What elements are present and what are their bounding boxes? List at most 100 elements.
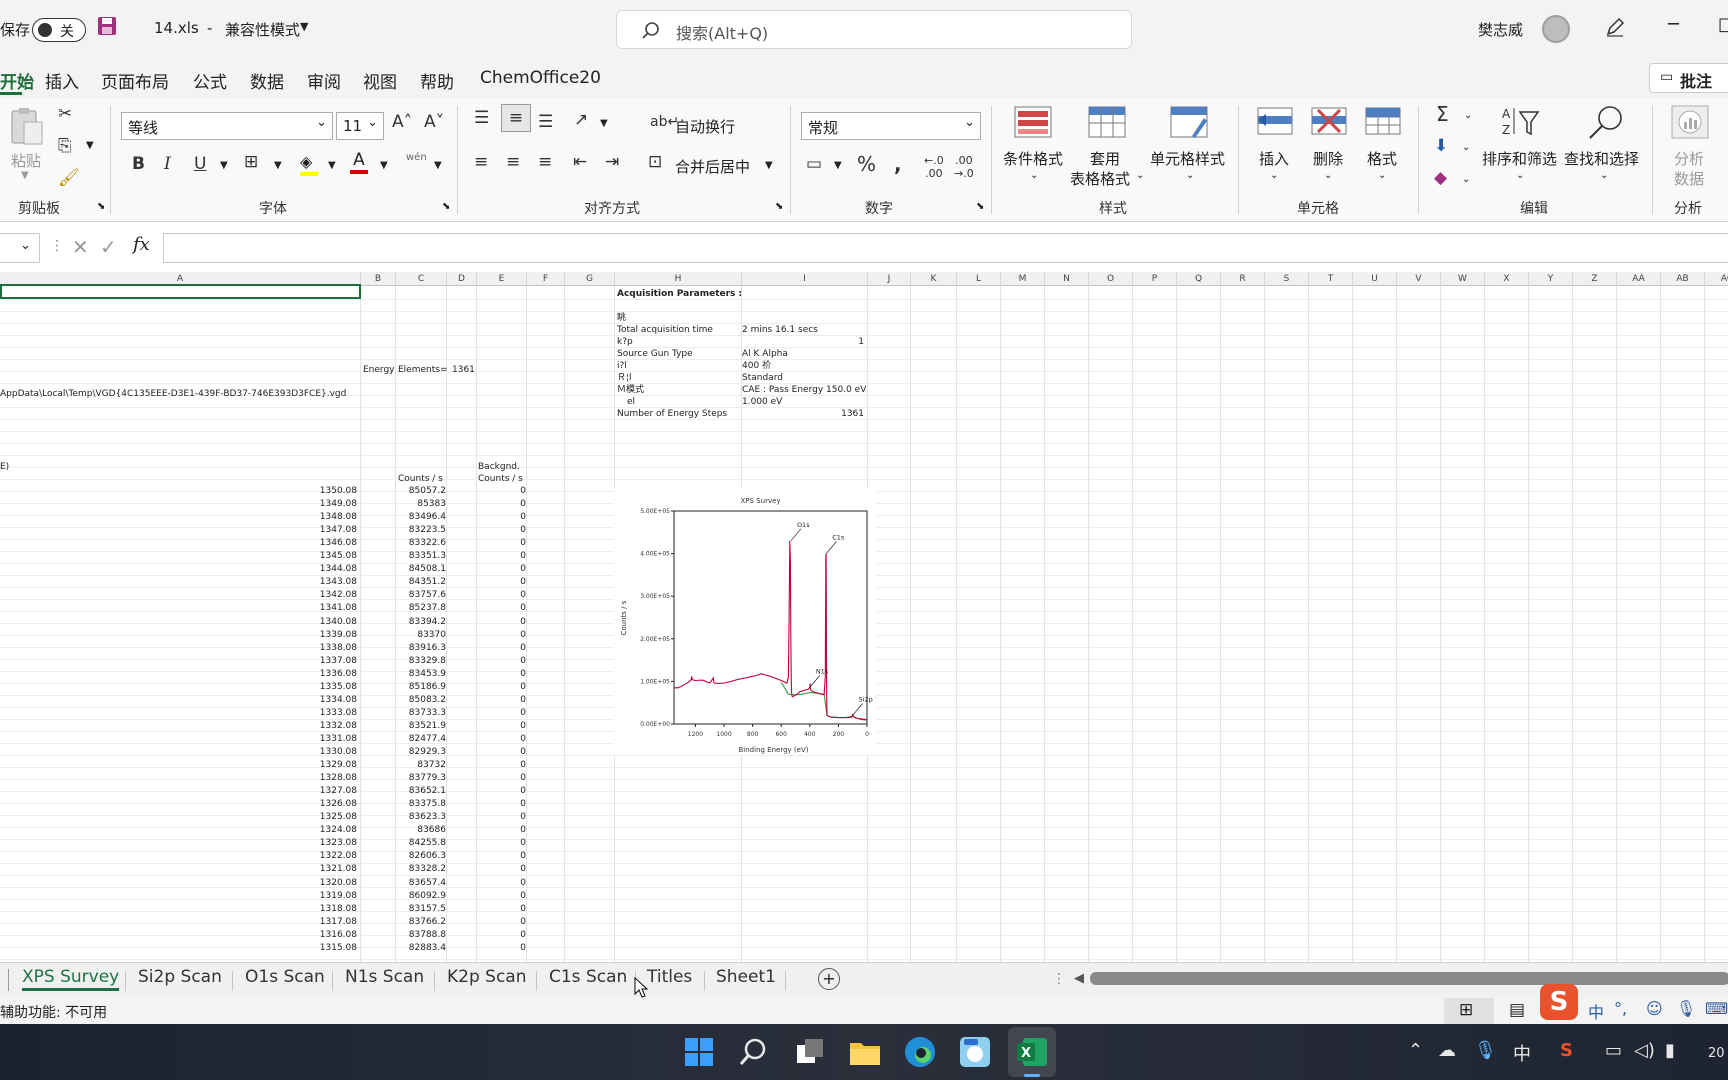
tab-formulas[interactable]: 公式 [193,68,227,93]
counts-cell[interactable]: 83322.6 [396,537,446,550]
analyze-label-2[interactable]: 数据 [1674,168,1704,189]
sheet-tab-titles[interactable]: Titles [647,967,692,987]
binding-energy-cell[interactable]: 1343.08 [0,576,357,589]
tab-insert[interactable]: 插入 [45,68,79,93]
align-center-icon[interactable]: ≡ [506,152,520,172]
battery-icon[interactable]: ▮ [1665,1040,1675,1061]
background-cell[interactable]: 0 [477,942,526,955]
cell-styles-dropdown-icon[interactable]: ⌄ [1186,170,1194,181]
background-cell[interactable]: 0 [477,563,526,576]
delete-cells-icon[interactable] [1310,104,1348,142]
add-sheet-icon[interactable]: + [818,968,840,990]
background-cell[interactable]: 0 [477,511,526,524]
merge-icon[interactable]: ⊡ [648,152,662,172]
background-cell[interactable]: 0 [477,524,526,537]
edge-icon[interactable] [903,1035,937,1069]
font-color-icon[interactable]: A [350,150,368,174]
binding-energy-cell[interactable]: 1335.08 [0,681,357,694]
background-cell[interactable]: 0 [477,890,526,903]
binding-energy-cell[interactable]: 1332.08 [0,720,357,733]
counts-cell[interactable]: 83394.2 [396,616,446,629]
background-cell[interactable]: 0 [477,746,526,759]
counts-cell[interactable]: 83766.2 [396,916,446,929]
enter-icon[interactable]: ✓ [100,235,117,259]
normal-view-icon[interactable]: ⊞ [1459,1000,1473,1020]
clipboard-launcher-icon[interactable]: ⬊ [97,201,105,212]
binding-energy-cell[interactable]: 1328.08 [0,772,357,785]
acq-label[interactable]: Source Gun Type [617,348,693,361]
phonetic-icon[interactable]: wén [406,152,427,163]
sheet-tab-o1s-scan[interactable]: O1s Scan [245,967,325,987]
background-cell[interactable]: 0 [477,694,526,707]
counts-cell[interactable]: 83370 [396,629,446,642]
align-left-icon[interactable]: ≡ [474,152,488,172]
counts-cell[interactable]: 83757.6 [396,589,446,602]
counts-cell[interactable]: 82606.3 [396,850,446,863]
binding-energy-cell[interactable]: 1322.08 [0,850,357,863]
background-cell[interactable]: 0 [477,681,526,694]
counts-cell[interactable]: 84255.8 [396,837,446,850]
counts-cell[interactable]: 83453.9 [396,668,446,681]
cell-styles-icon[interactable] [1170,106,1208,142]
counts-cell[interactable]: 83623.3 [396,811,446,824]
scroll-left-icon[interactable]: ◀ [1074,971,1084,986]
column-header-o[interactable]: O [1089,272,1133,286]
column-header-q[interactable]: Q [1177,272,1221,286]
analyze-label-1[interactable]: 分析 [1674,148,1704,169]
cut-icon[interactable]: ✂ [58,104,72,124]
ime-punct-icon[interactable]: °, [1614,999,1627,1018]
bold-icon[interactable]: B [132,154,145,174]
percent-icon[interactable]: % [857,152,876,176]
sogou-ime-icon[interactable]: S [1540,984,1578,1020]
elements-label[interactable]: Elements= [398,364,448,377]
formula-input[interactable] [163,233,1728,263]
currency-icon[interactable]: ▭ [806,154,822,174]
column-header-aa[interactable]: AA [1617,272,1661,286]
underline-icon[interactable]: U [194,154,206,174]
background-cell[interactable]: 0 [477,824,526,837]
phonetic-dropdown-icon[interactable]: ▼ [434,160,442,171]
counts-cell[interactable]: 85057.2 [396,485,446,498]
binding-energy-cell[interactable]: 1336.08 [0,668,357,681]
background-cell[interactable]: 0 [477,759,526,772]
sheet-tab-k2p-scan[interactable]: K2p Scan [447,967,527,987]
counts-cell[interactable]: 83657.4 [396,877,446,890]
font-launcher-icon[interactable]: ⬊ [442,201,450,212]
energy-label[interactable]: Energy [363,364,395,377]
column-header-ac[interactable]: AC [1705,272,1728,286]
autosave-toggle[interactable]: 关 [32,18,86,42]
column-header-z[interactable]: Z [1573,272,1617,286]
align-top-icon[interactable]: ☰ [474,108,489,128]
counts-cell[interactable]: 83328.2 [396,863,446,876]
ime-chinese-icon[interactable]: 中 [1588,999,1604,1023]
orientation-dropdown-icon[interactable]: ▼ [600,118,608,129]
binding-energy-cell[interactable]: 1342.08 [0,589,357,602]
align-middle-icon[interactable]: ≡ [501,104,531,132]
counts-cell[interactable]: 83779.3 [396,772,446,785]
counts-cell[interactable]: 83351.3 [396,550,446,563]
pen-icon[interactable] [1604,16,1626,42]
decrease-indent-icon[interactable]: ⇤ [573,152,587,172]
page-layout-view-icon[interactable]: ▤ [1509,1000,1525,1020]
align-right-icon[interactable]: ≡ [538,152,552,172]
font-name-select[interactable]: 等线 ⌄ [121,112,333,140]
sort-dropdown-icon[interactable]: ⌄ [1516,170,1524,181]
maximize-icon[interactable]: □ [1718,14,1728,35]
ime-keyboard-icon[interactable]: ⌨ [1705,999,1728,1018]
binding-energy-cell[interactable]: 1337.08 [0,655,357,668]
sheet-tab-sheet1[interactable]: Sheet1 [716,967,776,987]
selected-cell[interactable] [0,284,361,299]
binding-energy-cell[interactable]: 1344.08 [0,563,357,576]
counts-cell[interactable]: 83788.8 [396,929,446,942]
counts-cell[interactable]: 82929.3 [396,746,446,759]
accessibility-status[interactable]: 辅助功能: 不可用 [0,1002,107,1022]
background-cell[interactable]: 0 [477,576,526,589]
sheet-tab-c1s-scan[interactable]: C1s Scan [549,967,627,987]
copy-dropdown-icon[interactable]: ▼ [86,140,94,151]
binding-energy-cell[interactable]: 1350.08 [0,485,357,498]
column-header-p[interactable]: P [1133,272,1177,286]
comma-icon[interactable]: , [894,152,902,176]
save-icon[interactable] [96,15,118,41]
tab-page-layout[interactable]: 页面布局 [101,68,169,93]
clock-fragment[interactable]: 20 [1708,1046,1725,1061]
